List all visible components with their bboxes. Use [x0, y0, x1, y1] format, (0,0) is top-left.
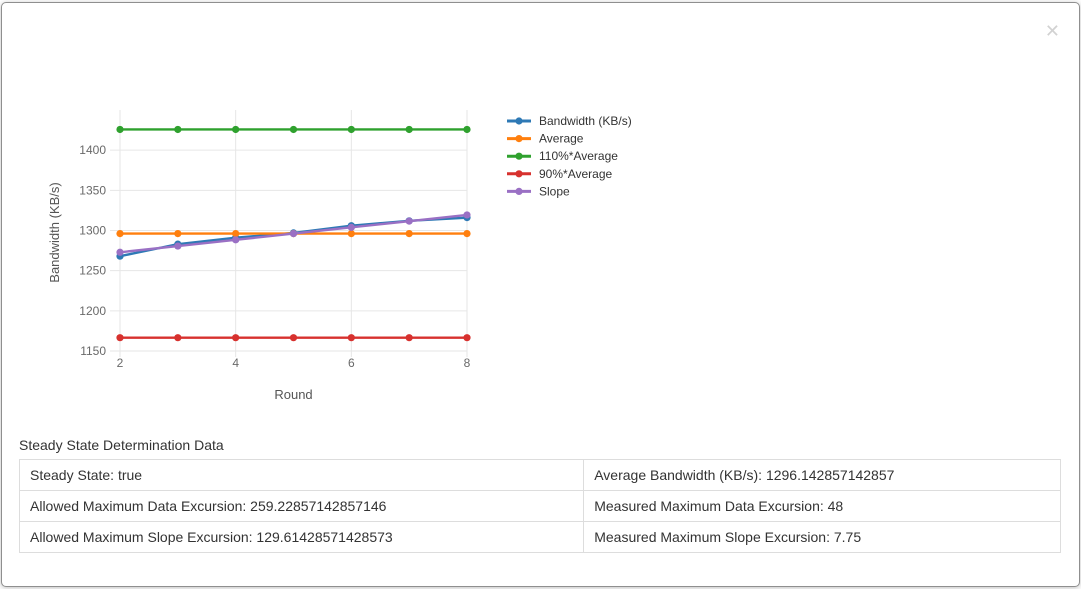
table-cell: Allowed Maximum Slope Excursion: 129.614… — [20, 522, 584, 553]
legend-item-label[interactable]: Slope — [539, 184, 570, 198]
data-point-marker — [290, 230, 297, 237]
data-point-marker — [348, 126, 355, 133]
table-cell: Allowed Maximum Data Excursion: 259.2285… — [20, 491, 584, 522]
x-axis-tick-label: 4 — [232, 356, 239, 370]
data-point-marker — [174, 334, 181, 341]
data-point-marker — [348, 334, 355, 341]
data-point-marker — [406, 334, 413, 341]
table-row: Allowed Maximum Data Excursion: 259.2285… — [20, 491, 1061, 522]
table-cell: Measured Maximum Slope Excursion: 7.75 — [584, 522, 1061, 553]
data-point-marker — [463, 126, 470, 133]
data-point-marker — [348, 230, 355, 237]
y-axis-tick-label: 1200 — [79, 304, 106, 318]
data-point-marker — [116, 230, 123, 237]
data-point-marker — [406, 126, 413, 133]
data-point-marker — [348, 224, 355, 231]
data-point-marker — [116, 249, 123, 256]
y-axis-tick-label: 1300 — [79, 223, 106, 237]
legend-item-label[interactable]: Average — [539, 132, 584, 146]
table-cell: Average Bandwidth (KB/s): 1296.142857142… — [584, 460, 1061, 491]
data-point-marker — [406, 230, 413, 237]
legend-item-label[interactable]: 90%*Average — [539, 167, 612, 181]
data-point-marker — [290, 126, 297, 133]
legend-swatch-marker[interactable] — [515, 188, 522, 195]
chart-canvas: 1150 1200 1250 1300 1350 1400 2 4 6 8 Round Bandwid… — [2, 3, 662, 423]
x-axis-title: Round — [274, 387, 312, 402]
data-point-marker — [116, 126, 123, 133]
data-point-marker — [463, 334, 470, 341]
x-axis-tick-label: 6 — [348, 356, 355, 370]
data-point-marker — [463, 211, 470, 218]
y-axis-tick-label: 1350 — [79, 183, 106, 197]
steady-state-modal: ✕ 1150 1200 1250 1300 1350 1400 2 4 6 8 Round Bandw… — [1, 2, 1080, 587]
data-point-marker — [232, 230, 239, 237]
data-point-marker — [232, 334, 239, 341]
y-axis-title: Bandwidth (KB/s) — [47, 182, 62, 282]
table-title: Steady State Determination Data — [19, 437, 1061, 454]
table-cell: Measured Maximum Data Excursion: 48 — [584, 491, 1061, 522]
table-row: Steady State: true Average Bandwidth (KB… — [20, 460, 1061, 491]
data-point-marker — [406, 218, 413, 225]
table-row: Allowed Maximum Slope Excursion: 129.614… — [20, 522, 1061, 553]
legend-swatch-marker[interactable] — [515, 170, 522, 177]
y-axis-tick-label: 1150 — [80, 344, 106, 358]
close-icon[interactable]: ✕ — [1045, 22, 1060, 40]
bandwidth-line-chart: 1150 1200 1250 1300 1350 1400 2 4 6 8 Round Bandwid… — [2, 3, 662, 423]
y-axis-tick-label: 1400 — [79, 143, 106, 157]
data-point-marker — [174, 126, 181, 133]
data-point-marker — [463, 230, 470, 237]
legend-swatch-marker[interactable] — [515, 117, 522, 124]
x-axis-tick-label: 8 — [464, 356, 471, 370]
data-point-marker — [174, 230, 181, 237]
data-point-marker — [174, 242, 181, 249]
steady-state-table: Steady State: true Average Bandwidth (KB… — [19, 459, 1061, 553]
data-point-marker — [290, 334, 297, 341]
table-cell: Steady State: true — [20, 460, 584, 491]
data-point-marker — [116, 334, 123, 341]
legend-swatch-marker[interactable] — [515, 153, 522, 160]
y-axis-tick-label: 1250 — [79, 264, 106, 278]
legend-item-label[interactable]: 110%*Average — [539, 149, 618, 163]
legend-swatch-marker[interactable] — [515, 135, 522, 142]
data-point-marker — [232, 126, 239, 133]
x-axis-tick-label: 2 — [117, 356, 124, 370]
data-point-marker — [232, 236, 239, 243]
steady-state-section: Steady State Determination Data Steady S… — [19, 437, 1061, 553]
legend-item-label[interactable]: Bandwidth (KB/s) — [539, 114, 632, 128]
